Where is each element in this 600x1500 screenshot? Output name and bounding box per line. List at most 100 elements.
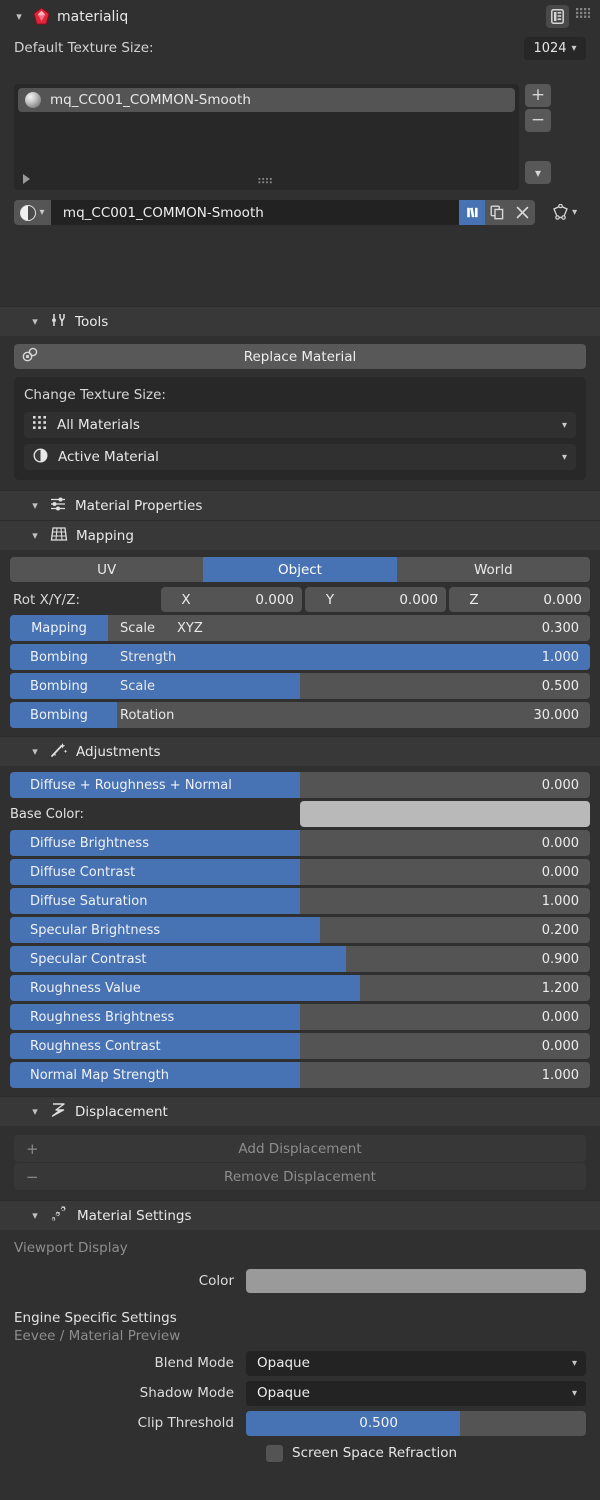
slider-label: Diffuse Contrast: [30, 865, 135, 880]
remove-displacement-label: Remove Displacement: [224, 1169, 376, 1185]
material-name-field[interactable]: mq_CC001_COMMON-Smooth: [51, 200, 460, 225]
play-triangle-icon[interactable]: [23, 174, 30, 184]
default-texture-size-dropdown[interactable]: 1024 ▾: [524, 37, 586, 60]
slider-value: 1.000: [542, 894, 579, 909]
material-browse-button[interactable]: ▾: [14, 200, 51, 225]
material-selector-row: ▾ mq_CC001_COMMON-Smooth ▾: [14, 199, 586, 226]
roughness-value-slider[interactable]: Roughness Value 1.200: [10, 975, 590, 1001]
addon-header: ▾ materialiq: [0, 0, 600, 33]
unlink-x-icon[interactable]: [510, 200, 535, 225]
axis-value: 0.000: [399, 592, 438, 608]
viewport-display-label: Viewport Display: [14, 1240, 586, 1256]
section-title: Adjustments: [76, 744, 161, 760]
slider-tag: Bombing: [10, 702, 108, 728]
addon-title: materialiq: [57, 9, 128, 25]
specular-contrast-slider[interactable]: Specular Contrast 0.900: [10, 946, 590, 972]
shadow-mode-row: Shadow Mode Opaque ▾: [14, 1380, 586, 1406]
remove-material-slot-button[interactable]: −: [525, 109, 551, 132]
uv-grid-icon: [50, 526, 68, 546]
base-color-swatch[interactable]: [300, 801, 590, 827]
remove-displacement-button[interactable]: − Remove Displacement: [14, 1163, 586, 1190]
chevron-down-icon: ▾: [572, 1358, 577, 1369]
section-header-mapping[interactable]: ▾ Mapping: [0, 520, 600, 550]
material-slot-menu-button[interactable]: ▾: [525, 161, 551, 184]
minus-icon: −: [26, 1168, 39, 1186]
texture-scope-dropdown[interactable]: All Materials ▾: [24, 412, 576, 438]
bombing-rotation-slider[interactable]: Bombing Rotation 30.000: [10, 702, 590, 728]
section-header-material-settings[interactable]: ▾ Material Settings: [0, 1200, 600, 1230]
add-material-slot-button[interactable]: +: [525, 84, 551, 107]
material-slot-name: mq_CC001_COMMON-Smooth: [50, 92, 251, 108]
diffuse-brightness-slider[interactable]: Diffuse Brightness 0.000: [10, 830, 590, 856]
displacement-icon: [50, 1102, 67, 1122]
slider-value: 0.000: [542, 865, 579, 880]
specular-brightness-slider[interactable]: Specular Brightness 0.200: [10, 917, 590, 943]
link-material-icon: [22, 347, 40, 367]
rotation-z-field[interactable]: Z 0.000: [449, 587, 590, 612]
blend-mode-dropdown[interactable]: Opaque ▾: [246, 1351, 586, 1376]
chevron-down-icon: ▾: [28, 529, 42, 542]
shadow-mode-label: Shadow Mode: [14, 1385, 246, 1401]
chevron-down-icon: ▾: [28, 499, 42, 512]
diffuse-contrast-slider[interactable]: Diffuse Contrast 0.000: [10, 859, 590, 885]
roughness-contrast-slider[interactable]: Roughness Contrast 0.000: [10, 1033, 590, 1059]
slider-label: Normal Map Strength: [30, 1068, 169, 1083]
rotation-y-field[interactable]: Y 0.000: [305, 587, 446, 612]
slider-label: Roughness Contrast: [30, 1039, 161, 1054]
screen-space-refraction-row[interactable]: Screen Space Refraction: [14, 1440, 586, 1466]
blend-mode-label: Blend Mode: [14, 1355, 246, 1371]
mapping-mode-segmented-control: UV Object World: [10, 557, 590, 582]
slider-value: 0.900: [542, 952, 579, 967]
slider-value: 30.000: [534, 708, 580, 723]
material-sphere-icon: [33, 448, 48, 467]
material-slot-list[interactable]: mq_CC001_COMMON-Smooth: [14, 84, 519, 190]
list-item[interactable]: mq_CC001_COMMON-Smooth: [18, 88, 515, 112]
chevron-down-icon[interactable]: ▾: [12, 10, 26, 23]
chevron-down-icon: ▾: [562, 420, 567, 431]
mapping-mode-world[interactable]: World: [397, 557, 590, 582]
slider-label: Diffuse Brightness: [30, 836, 149, 851]
section-header-material-properties[interactable]: ▾ Material Properties: [0, 490, 600, 520]
grip-dots-icon[interactable]: [576, 8, 590, 25]
sliders-icon: [50, 496, 67, 516]
diffuse-roughness-normal-slider[interactable]: Diffuse + Roughness + Normal 0.000: [10, 772, 590, 798]
mapping-mode-uv[interactable]: UV: [10, 557, 203, 582]
section-header-adjustments[interactable]: ▾ Adjustments: [0, 736, 600, 766]
section-header-displacement[interactable]: ▾ Displacement: [0, 1096, 600, 1126]
shadow-mode-dropdown[interactable]: Opaque ▾: [246, 1381, 586, 1406]
section-title: Tools: [75, 314, 108, 330]
chevron-down-icon: ▾: [39, 207, 44, 218]
slider-label: Scale: [120, 621, 155, 636]
mapping-scale-slider[interactable]: Mapping Scale XYZ 0.300: [10, 615, 590, 641]
viewport-color-swatch[interactable]: [246, 1269, 586, 1293]
change-texture-size-box: Change Texture Size: All Materials ▾: [14, 377, 586, 480]
screen-space-refraction-checkbox[interactable]: [266, 1445, 283, 1462]
fake-user-icon[interactable]: [459, 200, 484, 225]
rotation-x-field[interactable]: X 0.000: [161, 587, 302, 612]
texture-target-dropdown[interactable]: Active Material ▾: [24, 444, 576, 470]
plus-icon: +: [26, 1140, 39, 1158]
section-title: Material Properties: [75, 498, 202, 514]
mapping-mode-object[interactable]: Object: [203, 557, 396, 582]
mesh-data-button[interactable]: ▾: [543, 200, 586, 225]
bombing-scale-slider[interactable]: Bombing Scale 0.500: [10, 673, 590, 699]
clip-threshold-slider[interactable]: 0.500: [246, 1411, 586, 1436]
axis-key: Y: [313, 592, 347, 608]
grip-dots-icon[interactable]: [258, 175, 275, 183]
section-header-tools[interactable]: ▾ Tools: [0, 306, 600, 336]
chevron-down-icon: ▾: [28, 745, 42, 758]
add-displacement-button[interactable]: + Add Displacement: [14, 1135, 586, 1162]
material-browse-icon: [20, 205, 36, 221]
blend-mode-value: Opaque: [257, 1355, 310, 1371]
material-slot-actions: + − ▾: [519, 84, 552, 190]
properties-panel-icon[interactable]: [546, 5, 569, 28]
bombing-strength-slider[interactable]: Bombing Strength 1.000: [10, 644, 590, 670]
diffuse-saturation-slider[interactable]: Diffuse Saturation 1.000: [10, 888, 590, 914]
new-material-copy-icon[interactable]: [485, 200, 510, 225]
slider-tag: Mapping: [10, 615, 108, 641]
tools-panel-body: Replace Material Change Texture Size: Al…: [0, 336, 600, 490]
replace-material-button[interactable]: Replace Material: [14, 344, 586, 369]
section-title: Material Settings: [77, 1208, 192, 1224]
normal-map-strength-slider[interactable]: Normal Map Strength 1.000: [10, 1062, 590, 1088]
roughness-brightness-slider[interactable]: Roughness Brightness 0.000: [10, 1004, 590, 1030]
